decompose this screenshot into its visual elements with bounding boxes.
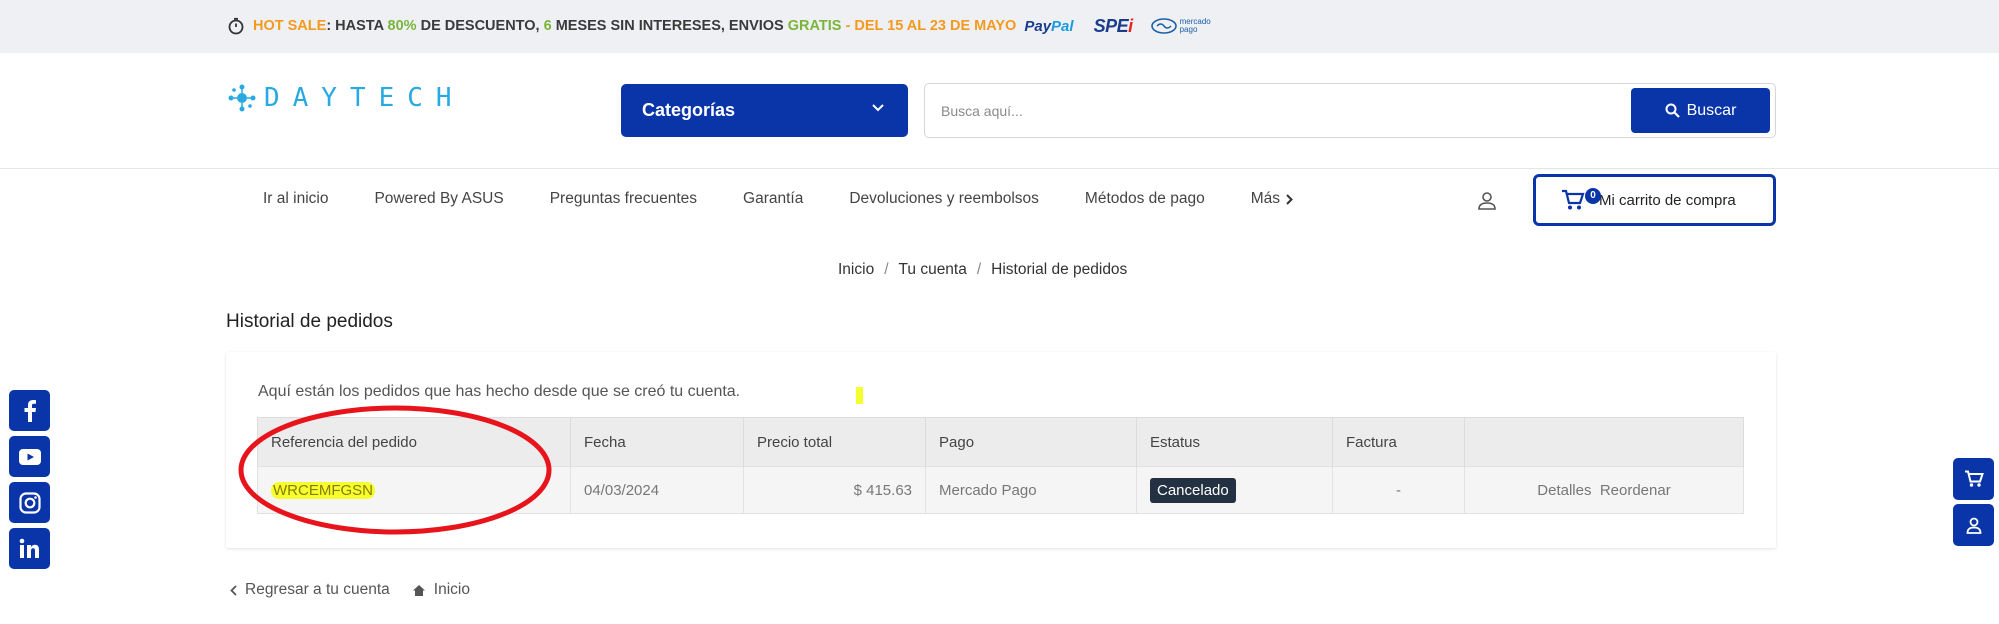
cart-label: Mi carrito de compra (1599, 191, 1736, 209)
col-payment: Pago (925, 417, 1137, 467)
cart-icon (1964, 470, 1984, 487)
order-invoice: - (1332, 466, 1465, 514)
daytech-logo[interactable]: DAYTECH (226, 83, 465, 113)
chevron-left-icon (230, 584, 237, 596)
search-icon (1665, 103, 1680, 118)
search-button[interactable]: Buscar (1631, 88, 1770, 133)
search-button-label: Buscar (1686, 101, 1737, 119)
promo-text-3: MESES SIN INTERESES, ENVIOS (551, 18, 788, 34)
footer-links: Regresar a tu cuenta Inicio (230, 581, 492, 599)
floating-cart-button[interactable] (1953, 458, 1994, 500)
nav-item-warranty[interactable]: Garantía (743, 190, 803, 208)
promo-text-1: : HASTA (326, 18, 388, 34)
details-link[interactable]: Detalles (1537, 482, 1591, 499)
nav-more[interactable]: Más (1251, 190, 1293, 208)
user-icon (1966, 517, 1981, 534)
youtube-button[interactable] (9, 436, 50, 477)
nav-more-label: Más (1250, 190, 1280, 207)
main-nav: Ir al inicio Powered By ASUS Preguntas f… (263, 190, 1293, 208)
search-input[interactable] (941, 84, 1541, 137)
order-total: $ 415.63 (743, 466, 926, 514)
breadcrumb-current: Historial de pedidos (991, 261, 1128, 278)
site-header: DAYTECH Categorías Buscar (0, 53, 1999, 169)
linkedin-icon (19, 538, 39, 558)
reorder-link[interactable]: Reordenar (1600, 482, 1671, 499)
promo-percent: 80% (387, 18, 417, 34)
col-status: Estatus (1136, 417, 1333, 467)
promo-free: GRATIS (787, 18, 842, 34)
promo-text-4: - (841, 18, 855, 34)
page-title: Historial de pedidos (226, 311, 393, 332)
facebook-button[interactable] (9, 390, 50, 431)
user-account-icon[interactable] (1477, 191, 1497, 211)
back-to-account-link[interactable]: Regresar a tu cuenta (230, 581, 390, 599)
promo-text-2: DE DESCUENTO, (416, 18, 544, 34)
facebook-icon (24, 399, 36, 422)
logo-mark-icon (228, 84, 256, 112)
promo-months: 6 (543, 18, 552, 34)
categories-label: Categorías (642, 100, 736, 120)
cart-count-badge: 0 (1585, 188, 1601, 204)
home-label: Inicio (433, 581, 470, 598)
home-link[interactable]: Inicio (412, 581, 470, 599)
breadcrumb-home[interactable]: Inicio (838, 261, 874, 278)
promo-bar: HOT SALE : HASTA 80% DE DESCUENTO, 6 MES… (0, 0, 1999, 53)
logo-text: DAYTECH (264, 83, 465, 113)
cart-icon (1562, 189, 1585, 210)
cart-button[interactable]: 0 Mi carrito de compra (1533, 174, 1776, 226)
annotation-circle (238, 405, 552, 535)
breadcrumb: Inicio / Tu cuenta / Historial de pedidos (838, 261, 1128, 278)
search-box: Buscar (924, 83, 1776, 138)
home-icon (412, 584, 425, 596)
nav-item-home[interactable]: Ir al inicio (263, 190, 328, 208)
order-date: 04/03/2024 (570, 466, 744, 514)
promo-text: HOT SALE : HASTA 80% DE DESCUENTO, 6 MES… (227, 14, 1211, 38)
hot-sale-label: HOT SALE (253, 18, 327, 34)
stopwatch-icon (228, 17, 244, 35)
paypal-logo: PayPal (1024, 17, 1074, 35)
order-status-cell: Cancelado (1136, 466, 1333, 514)
floating-account-button[interactable] (1953, 504, 1994, 546)
instagram-icon (18, 491, 41, 514)
instagram-button[interactable] (9, 482, 50, 523)
mercado-pago-logo: mercado pago (1150, 18, 1211, 34)
status-badge: Cancelado (1150, 477, 1236, 503)
order-payment: Mercado Pago (925, 466, 1137, 514)
chevron-right-icon (1286, 193, 1293, 205)
col-date: Fecha (570, 417, 744, 467)
nav-item-payment-methods[interactable]: Métodos de pago (1085, 190, 1205, 208)
highlight-mark (856, 387, 863, 404)
nav-item-powered-by-asus[interactable]: Powered By ASUS (374, 190, 503, 208)
nav-item-faq[interactable]: Preguntas frecuentes (550, 190, 697, 208)
nav-item-returns[interactable]: Devoluciones y reembolsos (849, 190, 1039, 208)
youtube-icon (18, 448, 41, 465)
promo-dates: DEL 15 AL 23 DE MAYO (854, 18, 1017, 34)
orders-intro-text: Aquí están los pedidos que has hecho des… (258, 383, 741, 400)
col-total: Precio total (743, 417, 926, 467)
order-actions: Detalles Reordenar (1464, 466, 1744, 514)
categories-dropdown[interactable]: Categorías (621, 84, 908, 137)
back-to-account-label: Regresar a tu cuenta (245, 581, 390, 598)
linkedin-button[interactable] (9, 528, 50, 569)
col-invoice: Factura (1332, 417, 1465, 467)
chevron-down-icon (872, 104, 884, 112)
breadcrumb-account[interactable]: Tu cuenta (899, 261, 967, 278)
col-actions (1464, 417, 1744, 467)
spei-logo: SPEi (1093, 15, 1133, 36)
handshake-icon (1150, 18, 1177, 34)
